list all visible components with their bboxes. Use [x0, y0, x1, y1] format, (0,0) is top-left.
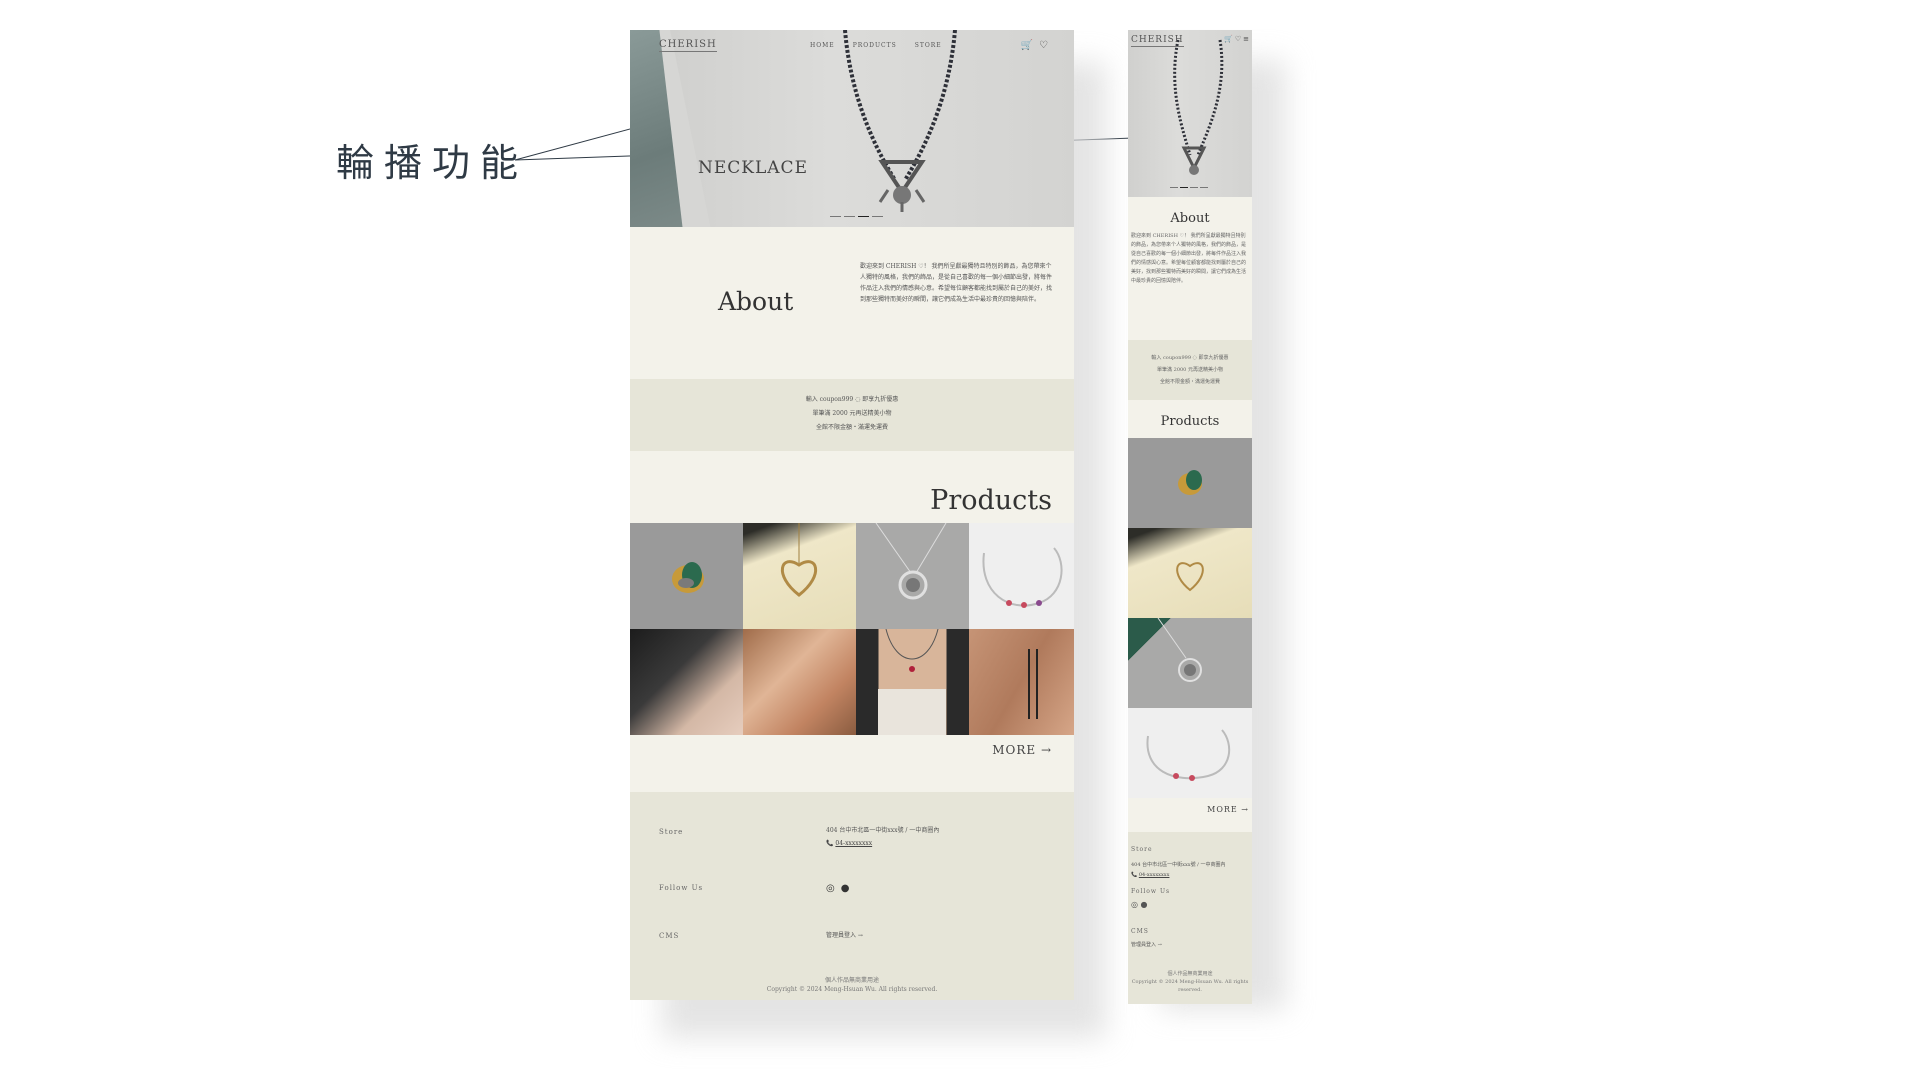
footer-store-label: Store — [659, 828, 684, 836]
phone-link[interactable]: 04-xxxxxxxx — [835, 840, 872, 847]
copyright: 個人作品無商業用途 Copyright © 2024 Meng-Hsuan Wu… — [630, 976, 1074, 994]
instagram-icon[interactable]: ◎ — [826, 882, 835, 895]
mobile-promo-line-3: 全館不限金額・滿運免運費 — [1159, 379, 1220, 385]
carousel-dots — [830, 216, 883, 217]
store-address: 404 台中市北區一中街xxx號 / 一中商圈內 — [826, 827, 940, 834]
mobile-product-list — [1128, 438, 1252, 798]
product-bracelet[interactable] — [1128, 708, 1252, 798]
model-earring[interactable] — [630, 629, 743, 735]
phone-icon: 📞 — [826, 840, 834, 847]
products-title: Products — [930, 485, 1052, 516]
cms-link[interactable]: 管理員登入 → — [826, 929, 863, 942]
promo-line-3: 全館不限金額・滿運免運費 — [815, 424, 888, 431]
product-heart-pendant[interactable] — [1128, 528, 1252, 618]
instagram-icon[interactable]: ◎ — [1131, 900, 1138, 909]
mobile-about-title: About — [1170, 211, 1210, 226]
mobile-phone-link[interactable]: 04-xxxxxxxx — [1139, 872, 1170, 878]
product-bracelet[interactable] — [969, 523, 1074, 629]
about-text: 歡迎來到 CHERISH ♡！ 我們所呈獻最獨特且特別的飾品，為您帶來个人獨特的… — [860, 263, 1053, 303]
carousel-dot-active[interactable] — [1180, 187, 1188, 188]
mobile-about-section: About 歡迎來到 CHERISH ♡！ 我們所呈獻最獨特且特別的飾品，為您帶… — [1128, 197, 1252, 340]
mobile-copyright: 個人作品無商業用途 Copyright © 2024 Meng-Hsuan Wu… — [1128, 970, 1252, 994]
promo-section: 輸入 coupon999 ◌ 即享九折優惠 單筆滿 2000 元再送精美小物 全… — [630, 379, 1074, 451]
site-logo[interactable]: CHERISH — [659, 39, 717, 52]
mobile-logo[interactable]: CHERISH — [1131, 35, 1184, 47]
product-grid — [630, 523, 1074, 735]
hero-title: NECKLACE — [698, 158, 808, 178]
model-bracelet[interactable] — [969, 629, 1074, 735]
mobile-copy-line-2: Copyright © 2024 Meng-Hsuan Wu. All righ… — [1131, 979, 1249, 993]
mobile-store-address: 404 台中市北區一中街xxx號 / 一中商圈內 — [1131, 862, 1226, 868]
promo-line-2: 單筆滿 2000 元再送精美小物 — [812, 410, 892, 417]
footer-cms-label: CMS — [659, 932, 680, 940]
about-title: About — [718, 287, 794, 316]
mobile-carousel-dots — [1170, 187, 1208, 188]
carousel-dot[interactable] — [844, 216, 855, 217]
necklace-image — [843, 30, 957, 212]
header-icons: 🛒 ♡ — [1021, 40, 1048, 51]
main-nav: HOME PRODUCTS STORE — [810, 42, 942, 49]
cart-icon[interactable]: 🛒 — [1021, 40, 1033, 51]
more-link[interactable]: MORE → — [992, 743, 1052, 757]
mobile-promo-line-1: 輸入 coupon999 ◌ 即享九折優惠 — [1151, 355, 1229, 361]
mobile-products-title: Products — [1160, 414, 1220, 429]
annotation-label: 輪播功能 — [336, 141, 529, 185]
products-header: Products — [630, 451, 1074, 523]
mobile-follow-label: Follow Us — [1131, 888, 1171, 895]
nav-products[interactable]: PRODUCTS — [853, 42, 897, 49]
facebook-icon[interactable]: ● — [841, 882, 850, 895]
mobile-store-label: Store — [1131, 846, 1153, 853]
carousel-dot[interactable] — [1170, 187, 1178, 188]
heart-icon[interactable]: ♡ — [1039, 40, 1048, 51]
mobile-necklace-image — [1173, 39, 1224, 175]
footer-store-info: 404 台中市北區一中街xxx號 / 一中商圈內 📞 04-xxxxxxxx — [826, 824, 939, 850]
carousel-dot[interactable] — [830, 216, 841, 217]
mobile-copy-line-1: 個人作品無商業用途 — [1167, 971, 1213, 977]
mobile-cms-label: CMS — [1131, 928, 1149, 935]
product-heart-pendant[interactable] — [743, 523, 856, 629]
carousel-dot[interactable] — [1200, 187, 1208, 188]
desktop-mockup: CHERISH HOME PRODUCTS STORE 🛒 ♡ NECKLACE… — [630, 30, 1074, 1000]
nav-store[interactable]: STORE — [915, 42, 942, 49]
mobile-mockup: CHERISH 🛒 ♡ ≡ About 歡迎來到 CHERISH ♡！ 我們所呈… — [1128, 30, 1252, 1004]
mobile-more-link[interactable]: MORE → — [1207, 805, 1249, 814]
promo-line-1: 輸入 coupon999 ◌ 即享九折優惠 — [805, 396, 899, 403]
carousel-dot[interactable] — [872, 216, 883, 217]
hero-carousel[interactable]: CHERISH HOME PRODUCTS STORE 🛒 ♡ NECKLACE — [630, 30, 1074, 227]
model-necklace[interactable] — [856, 629, 969, 735]
mobile-promo-section: 輸入 coupon999 ◌ 即享九折優惠 單筆滿 2000 元再送精美小物 全… — [1128, 340, 1252, 400]
mobile-header-icons: 🛒 ♡ ≡ — [1224, 35, 1249, 43]
mobile-about-text: 歡迎來到 CHERISH ♡！ 我們所呈獻最獨特且特別的飾品，為您帶來个人獨特的… — [1131, 233, 1247, 284]
about-section: About 歡迎來到 CHERISH ♡！ 我們所呈獻最獨特且特別的飾品，為您帶… — [630, 227, 1074, 379]
mobile-cms-link[interactable]: 管理員登入 → — [1131, 940, 1162, 950]
social-icons: ◎ ● — [826, 882, 849, 895]
product-earring-green[interactable] — [1128, 438, 1252, 528]
mobile-hero-carousel[interactable]: CHERISH 🛒 ♡ ≡ — [1128, 30, 1252, 197]
model-ring[interactable] — [743, 629, 856, 735]
heart-icon[interactable]: ♡ — [1235, 35, 1241, 43]
product-tree-pendant[interactable] — [856, 523, 969, 629]
footer-follow-label: Follow Us — [659, 884, 704, 892]
cart-icon[interactable]: 🛒 — [1224, 35, 1233, 43]
footer: Store 404 台中市北區一中街xxx號 / 一中商圈內 📞 04-xxxx… — [630, 792, 1074, 1000]
copy-line-1: 個人作品無商業用途 — [824, 977, 879, 984]
carousel-dot-active[interactable] — [858, 216, 869, 217]
mobile-store-info: 404 台中市北區一中街xxx號 / 一中商圈內 📞 04-xxxxxxxx — [1131, 860, 1225, 880]
nav-home[interactable]: HOME — [810, 42, 835, 49]
product-earring-green[interactable] — [630, 523, 743, 629]
product-tree-pendant[interactable] — [1128, 618, 1252, 708]
phone-icon: 📞 — [1131, 872, 1138, 878]
mobile-social-icons: ◎ ● — [1131, 900, 1148, 910]
carousel-dot[interactable] — [1190, 187, 1198, 188]
mobile-promo-line-2: 單筆滿 2000 元再送精美小物 — [1157, 367, 1223, 373]
menu-icon[interactable]: ≡ — [1243, 35, 1249, 43]
mobile-footer: Store 404 台中市北區一中街xxx號 / 一中商圈內 📞 04-xxxx… — [1128, 832, 1252, 1004]
facebook-icon[interactable]: ● — [1141, 900, 1148, 909]
copy-line-2: Copyright © 2024 Meng-Hsuan Wu. All righ… — [766, 986, 938, 993]
